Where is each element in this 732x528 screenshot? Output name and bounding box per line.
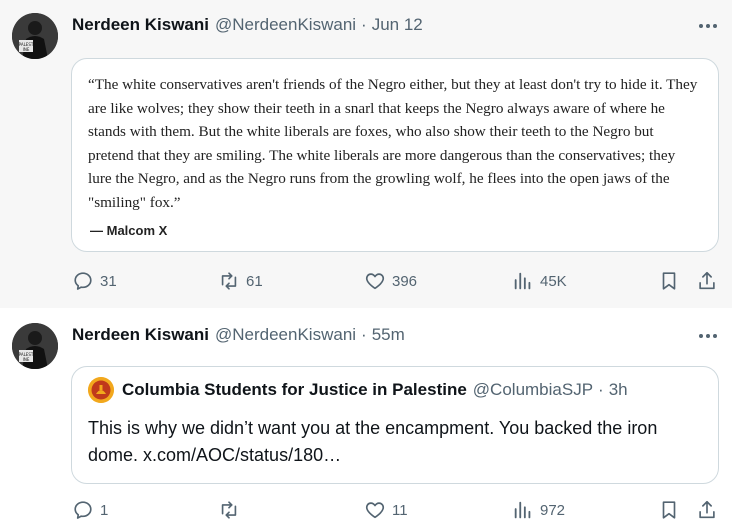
tweet-header: Nerdeen Kiswani @NerdeenKiswani · 55m — [72, 325, 405, 345]
heart-icon — [365, 273, 385, 290]
repost-icon — [221, 501, 237, 519]
quoted-tweet-card[interactable]: Columbia Students for Justice in Palesti… — [71, 366, 719, 484]
repost-button[interactable]: 61 — [218, 270, 263, 292]
more-options-icon[interactable] — [694, 16, 722, 36]
bookmark-button[interactable] — [658, 499, 680, 521]
author-name[interactable]: Nerdeen Kiswani — [72, 15, 209, 35]
views-icon — [514, 272, 531, 290]
bookmark-button[interactable] — [658, 270, 680, 292]
svg-text:INE: INE — [23, 47, 30, 52]
share-icon — [699, 500, 715, 519]
quoted-timestamp[interactable]: 3h — [609, 380, 628, 400]
share-icon — [699, 271, 715, 290]
like-count: 11 — [392, 501, 408, 519]
reply-icon — [74, 501, 92, 519]
like-count: 396 — [392, 272, 418, 290]
quote-text: “The white conservatives aren't friends … — [88, 76, 698, 211]
author-handle[interactable]: @NerdeenKiswani — [215, 15, 356, 35]
share-button[interactable] — [696, 499, 718, 521]
tweet-1[interactable]: PALEST INE Nerdeen Kiswani @NerdeenKiswa… — [0, 0, 732, 308]
csjp-avatar[interactable] — [88, 377, 114, 403]
tweet-actions-bar: 1 11 972 — [72, 499, 722, 523]
views-count: 45K — [540, 272, 567, 290]
tweet-timestamp[interactable]: Jun 12 — [372, 15, 423, 35]
reply-count: 1 — [100, 501, 109, 519]
views-count: 972 — [540, 501, 566, 519]
author-name[interactable]: Nerdeen Kiswani — [72, 325, 209, 345]
like-button[interactable]: 11 — [364, 499, 408, 521]
separator-dot: · — [361, 325, 367, 344]
separator-dot: · — [598, 380, 604, 399]
bookmark-icon — [662, 272, 676, 290]
author-avatar[interactable]: PALEST INE — [12, 323, 58, 369]
quoted-tweet-header: Columbia Students for Justice in Palesti… — [88, 377, 702, 403]
repost-button[interactable] — [218, 499, 246, 521]
tweet-header: Nerdeen Kiswani @NerdeenKiswani · Jun 12 — [72, 15, 423, 35]
like-button[interactable]: 396 — [364, 270, 417, 292]
quote-image-card[interactable]: “The white conservatives aren't friends … — [71, 58, 719, 252]
author-handle[interactable]: @NerdeenKiswani — [215, 325, 356, 345]
tweet-2[interactable]: PALEST INE Nerdeen Kiswani @NerdeenKiswa… — [0, 308, 732, 528]
reply-button[interactable]: 31 — [72, 270, 117, 292]
quote-attribution: — Malcom X — [90, 223, 168, 238]
tweet-timestamp[interactable]: 55m — [372, 325, 405, 345]
heart-icon — [365, 502, 385, 519]
repost-icon — [221, 272, 237, 290]
quoted-tweet-text: This is why we didn’t want you at the en… — [88, 418, 658, 465]
views-icon — [514, 501, 531, 519]
views-button[interactable]: 972 — [512, 499, 565, 521]
bookmark-icon — [662, 501, 676, 519]
tweet-actions-bar: 31 61 396 45K — [72, 270, 722, 294]
separator-dot: · — [361, 15, 367, 34]
repost-count: 61 — [246, 272, 263, 290]
quoted-author-handle[interactable]: @ColumbiaSJP — [473, 380, 593, 400]
reply-count: 31 — [100, 272, 117, 290]
reply-button[interactable]: 1 — [72, 499, 108, 521]
quoted-author-name[interactable]: Columbia Students for Justice in Palesti… — [122, 380, 467, 400]
author-avatar[interactable]: PALEST INE — [12, 13, 58, 59]
svg-text:INE: INE — [23, 357, 30, 362]
more-options-icon[interactable] — [694, 326, 722, 346]
reply-icon — [74, 272, 92, 290]
share-button[interactable] — [696, 270, 718, 292]
views-button[interactable]: 45K — [512, 270, 567, 292]
